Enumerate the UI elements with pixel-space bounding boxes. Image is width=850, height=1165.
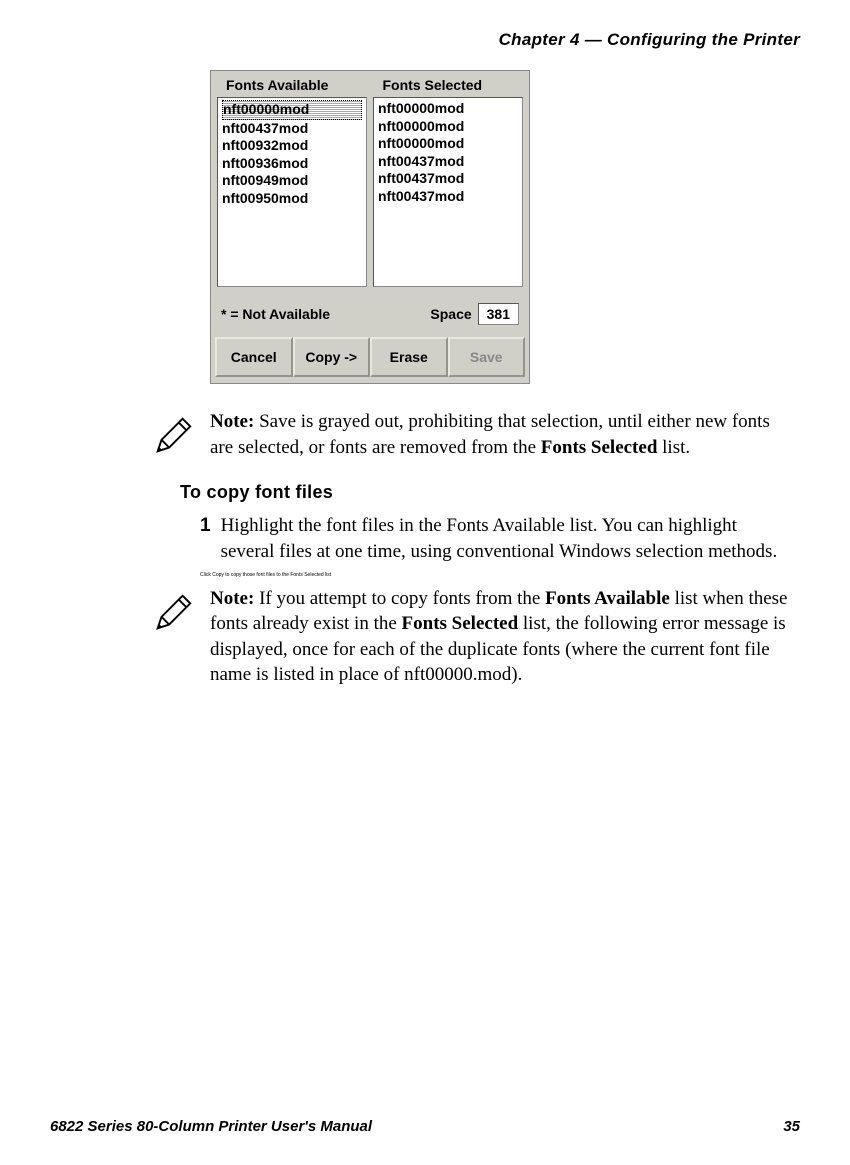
erase-button[interactable]: Erase	[370, 337, 448, 377]
cancel-button[interactable]: Cancel	[215, 337, 293, 377]
step-number: 1	[200, 513, 211, 564]
note-text: list.	[657, 437, 690, 458]
fonts-available-listbox[interactable]: nft00000mod nft00437mod nft00932mod nft0…	[217, 97, 367, 287]
not-available-legend: * = Not Available	[221, 306, 330, 322]
note-bold: Fonts Available	[545, 588, 670, 609]
step-text: Highlight the font files in the Fonts Av…	[221, 513, 790, 564]
space-label: Space	[430, 306, 471, 322]
list-item[interactable]: nft00000mod	[378, 118, 518, 136]
note-text: If you attempt to copy fonts from the	[254, 588, 545, 609]
pencil-icon	[150, 590, 196, 636]
pencil-icon	[150, 413, 196, 459]
note-bold: Fonts Selected	[402, 613, 519, 634]
list-item[interactable]: nft00437mod	[222, 120, 362, 138]
chapter-header: Chapter 4 — Configuring the Printer	[50, 30, 800, 50]
fonts-available-header: Fonts Available	[226, 77, 363, 93]
list-item[interactable]: nft00949mod	[222, 172, 362, 190]
space-value: 381	[478, 303, 519, 325]
copy-button[interactable]: Copy ->	[293, 337, 371, 377]
note-bold: Fonts Selected	[541, 437, 658, 458]
list-item[interactable]: nft00437mod	[378, 170, 518, 188]
note-block: Note: Save is grayed out, prohibiting th…	[150, 409, 790, 460]
note-prefix: Note:	[210, 588, 254, 609]
list-item[interactable]: nft00936mod	[222, 155, 362, 173]
page-number: 35	[783, 1118, 800, 1135]
manual-title: 6822 Series 80-Column Printer User's Man…	[50, 1118, 372, 1135]
list-item[interactable]: nft00437mod	[378, 153, 518, 171]
fonts-selected-listbox[interactable]: nft00000mod nft00000mod nft00000mod nft0…	[373, 97, 523, 287]
fonts-selected-header: Fonts Selected	[363, 77, 520, 93]
list-item[interactable]: nft00950mod	[222, 190, 362, 208]
font-dialog-screenshot: Fonts Available Fonts Selected nft00000m…	[210, 70, 800, 384]
section-heading: To copy font files	[180, 482, 800, 503]
list-item[interactable]: nft00932mod	[222, 137, 362, 155]
step-1: 1 Highlight the font files in the Fonts …	[200, 513, 790, 564]
note-prefix: Note:	[210, 411, 254, 432]
list-item[interactable]: nft00000mod	[222, 100, 362, 120]
list-item[interactable]: nft00437mod	[378, 188, 518, 206]
list-item[interactable]: nft00000mod	[378, 135, 518, 153]
save-button: Save	[448, 337, 526, 377]
page-footer: 6822 Series 80-Column Printer User's Man…	[50, 1118, 800, 1135]
step-2-compressed: Click Copy to copy those font files to t…	[200, 573, 800, 578]
list-item[interactable]: nft00000mod	[378, 100, 518, 118]
note-block: Note: If you attempt to copy fonts from …	[150, 586, 790, 689]
